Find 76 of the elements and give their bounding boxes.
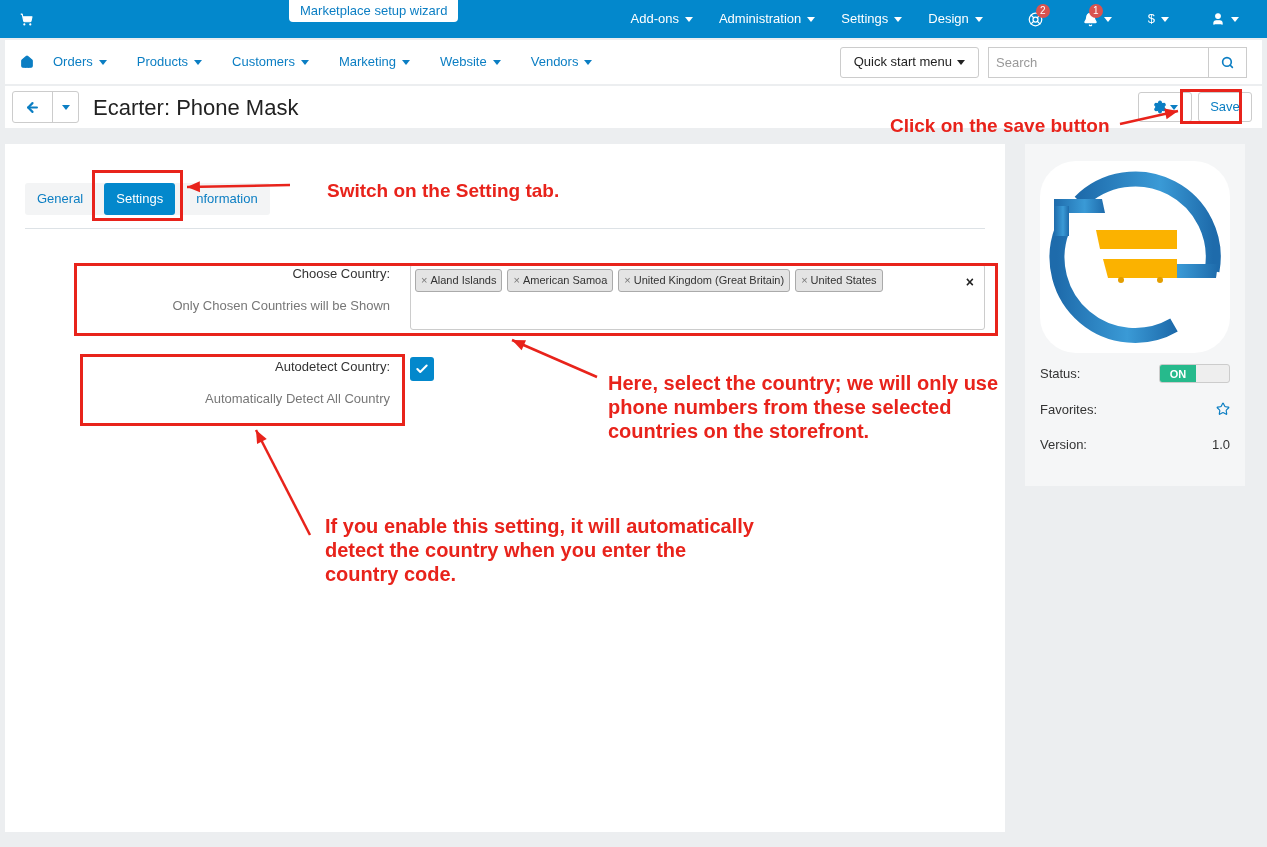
caret-icon	[957, 59, 965, 65]
caret-icon	[807, 16, 816, 22]
country-tag[interactable]: × American Samoa	[507, 269, 614, 292]
status-label: Status:	[1040, 365, 1081, 383]
currency-menu[interactable]: $	[1139, 9, 1177, 29]
country-select[interactable]: × Aland Islands × American Samoa × United Kingdom (Great Britain) × United States ×	[410, 264, 985, 330]
nav-menu[interactable]: Vendors	[530, 52, 623, 72]
caret-icon	[61, 104, 70, 110]
quick-start-button[interactable]: Quick start menu	[839, 46, 979, 78]
caret-icon	[974, 16, 983, 22]
remove-tag[interactable]: ×	[513, 272, 520, 289]
country-tag[interactable]: × Aland Islands	[415, 269, 503, 292]
favorites-label: Favorites:	[1040, 400, 1098, 419]
star-icon[interactable]	[1216, 402, 1230, 417]
caret-icon	[684, 16, 693, 22]
home-icon[interactable]	[20, 55, 34, 69]
tab[interactable]: nformation	[184, 183, 270, 215]
caret-icon	[584, 59, 593, 65]
caret-icon	[1169, 104, 1178, 110]
tab[interactable]: General	[25, 183, 96, 215]
nav-menu[interactable]: Customers	[232, 52, 339, 72]
annotation-text: If you enable this setting, it will automatically detect the country when you enter the country code.	[325, 514, 755, 586]
clear-button[interactable]: ×	[965, 272, 974, 293]
nav-menu[interactable]: Website	[440, 52, 531, 72]
annotation-arrow	[1119, 108, 1179, 126]
gear-icon	[1152, 100, 1167, 114]
version-label: Version:	[1040, 436, 1087, 454]
caret-icon	[194, 59, 203, 65]
caret-icon	[300, 59, 309, 65]
version-value: 1.0	[1211, 436, 1230, 454]
highlight-frame	[1180, 89, 1242, 124]
checkbox[interactable]	[410, 357, 434, 381]
field-hint: Only Chosen Countries will be Shown	[171, 296, 390, 315]
save-button[interactable]: Save	[1198, 92, 1252, 122]
annotation-text: Switch on the Setting tab.	[327, 179, 560, 203]
setup-wizard-button[interactable]: Marketplace setup wizard	[289, 0, 459, 22]
caret-icon	[894, 16, 903, 22]
caret-icon	[402, 59, 410, 65]
caret-icon	[98, 59, 107, 65]
country-tag[interactable]: × United Kingdom (Great Britain)	[618, 269, 791, 292]
tag-label: United States	[810, 273, 877, 289]
country-tag[interactable]: × United States	[795, 269, 883, 292]
tag-label: Aland Islands	[430, 273, 497, 289]
top-menu[interactable]: Add-ons	[617, 9, 706, 29]
nav-menu[interactable]: Products	[136, 52, 233, 72]
help-count: 2	[1035, 3, 1050, 18]
check-icon	[415, 362, 429, 376]
tab[interactable]: Settings	[104, 183, 176, 215]
field-label: Choose Country:	[291, 265, 390, 283]
caret-icon	[1161, 16, 1169, 22]
page-title: Ecarter: Phone Mask	[93, 93, 299, 122]
tag-label: United Kingdom (Great Britain)	[633, 273, 785, 289]
status-switch[interactable]: ON	[1159, 364, 1230, 384]
nav-menu[interactable]: Marketing	[338, 52, 440, 72]
field-hint: Automatically Detect All Country	[204, 389, 390, 408]
nav-menu[interactable]: Orders	[53, 52, 137, 72]
user-icon	[1211, 12, 1225, 26]
caret-icon	[492, 59, 501, 65]
annotation-text: Click on the save button	[890, 114, 1110, 138]
remove-tag[interactable]: ×	[421, 272, 428, 289]
field-label: Autodetect Country:	[274, 358, 390, 376]
tag-label: American Samoa	[522, 273, 608, 289]
remove-tag[interactable]: ×	[801, 272, 808, 289]
caret-icon	[1103, 16, 1112, 22]
search-field[interactable]: Search	[988, 46, 1209, 78]
caret-icon	[1231, 16, 1239, 22]
top-menu[interactable]: Design	[915, 9, 996, 29]
notification-count: 1	[1088, 3, 1103, 18]
remove-tag[interactable]: ×	[624, 272, 631, 289]
cart-icon[interactable]	[20, 12, 33, 26]
top-menu[interactable]: Administration	[705, 9, 829, 29]
top-menu[interactable]: Settings	[828, 9, 916, 29]
back-arrow-icon	[25, 99, 40, 115]
search-button[interactable]	[1209, 46, 1247, 78]
search-icon	[1221, 55, 1234, 69]
annotation-text: Here, select the country; we will only use phone numbers from these selected countries on the storefront.	[608, 371, 1000, 443]
